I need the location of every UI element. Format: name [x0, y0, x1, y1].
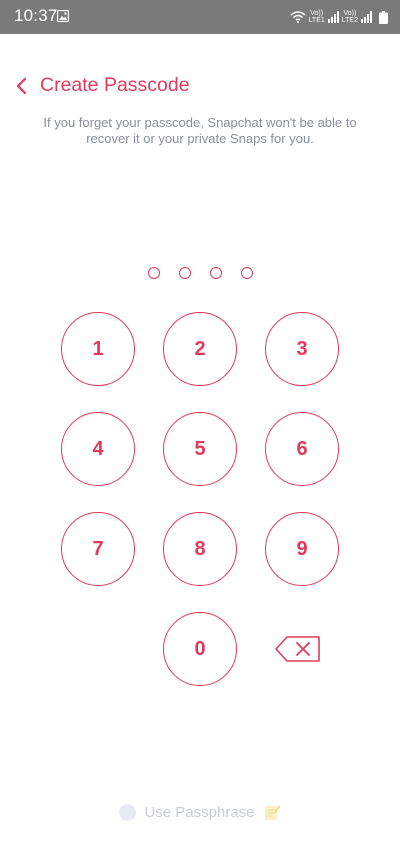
key-9[interactable]: 9 [265, 512, 339, 586]
key-8[interactable]: 8 [163, 512, 237, 586]
gallery-icon [57, 10, 69, 22]
key-7[interactable]: 7 [61, 512, 135, 586]
back-button[interactable] [8, 72, 34, 100]
signal-icon [327, 11, 339, 23]
key-2[interactable]: 2 [163, 312, 237, 386]
key-3[interactable]: 3 [265, 312, 339, 386]
key-0[interactable]: 0 [163, 612, 237, 686]
key-1[interactable]: 1 [61, 312, 135, 386]
sim2-volte: Vo)) [343, 10, 357, 17]
passcode-dot [178, 267, 191, 279]
passcode-indicator [0, 267, 400, 279]
notepad-emoji-icon [264, 805, 281, 820]
use-passphrase-button[interactable]: Use Passphrase [0, 803, 400, 821]
sim1-volte: Vo)) [310, 10, 324, 17]
status-indicators: Vo)) LTE1 Vo)) LTE2 [290, 6, 388, 28]
passcode-dot [240, 267, 253, 279]
key-4[interactable]: 4 [61, 412, 135, 486]
use-passphrase-label: Use Passphrase [144, 803, 255, 821]
key-5[interactable]: 5 [163, 412, 237, 486]
sim2-lte: LTE2 [341, 17, 358, 24]
passcode-dot [209, 267, 222, 279]
key-6[interactable]: 6 [265, 412, 339, 486]
sim2-indicator: Vo)) LTE2 [342, 10, 358, 24]
chevron-left-icon [16, 77, 27, 95]
radio-circle-icon [119, 803, 137, 821]
signal-icon-2 [361, 11, 372, 23]
backspace-icon[interactable] [274, 635, 322, 663]
status-time: 10:37 [14, 6, 58, 25]
sim1-indicator: Vo)) LTE1 [309, 10, 325, 24]
passcode-warning: If you forget your passcode, Snapchat wo… [43, 115, 357, 146]
status-bar: 10:37 Vo)) LTE1 Vo)) LTE2 [0, 0, 400, 34]
passcode-dot [147, 267, 160, 279]
header: Create Passcode [0, 66, 400, 106]
page-title: Create Passcode [40, 74, 190, 96]
wifi-icon [290, 11, 306, 23]
battery-icon [379, 10, 388, 24]
sim1-lte: LTE1 [308, 17, 325, 24]
